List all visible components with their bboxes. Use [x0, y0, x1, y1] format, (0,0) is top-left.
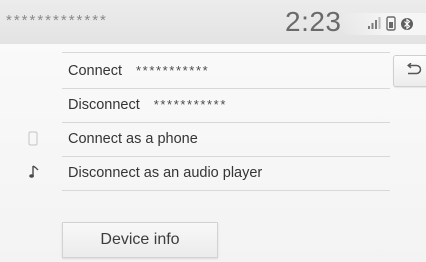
device-info-button[interactable]: Device info — [62, 222, 218, 258]
clock: 2:23 — [285, 6, 342, 37]
disconnect-row[interactable]: Disconnect *********** — [62, 88, 390, 123]
connect-device-name: *********** — [136, 62, 210, 78]
disconnect-audio-player-label: Disconnect as an audio player — [68, 165, 263, 181]
disconnect-audio-player-row[interactable]: Disconnect as an audio player — [62, 156, 390, 191]
screen-title: ************* — [6, 12, 108, 29]
header-bar: ************* 2:23 — [0, 0, 426, 44]
disconnect-device-name: *********** — [153, 96, 227, 112]
bluetooth-icon — [401, 16, 413, 37]
phone-icon — [28, 131, 38, 151]
back-button[interactable] — [393, 55, 426, 87]
connect-label: Connect — [68, 63, 123, 79]
bluetooth-device-screen: ************* 2:23 Connect *********** D… — [0, 0, 426, 262]
connect-row[interactable]: Connect *********** — [62, 54, 390, 89]
connect-as-phone-row[interactable]: Connect as a phone — [62, 122, 390, 157]
status-area — [337, 13, 426, 35]
signal-bars-icon — [367, 16, 381, 35]
music-note-icon — [29, 164, 41, 185]
list-top-divider — [62, 52, 390, 53]
connect-as-phone-label: Connect as a phone — [68, 131, 198, 147]
phone-battery-icon — [386, 16, 396, 36]
disconnect-label: Disconnect — [68, 97, 140, 113]
